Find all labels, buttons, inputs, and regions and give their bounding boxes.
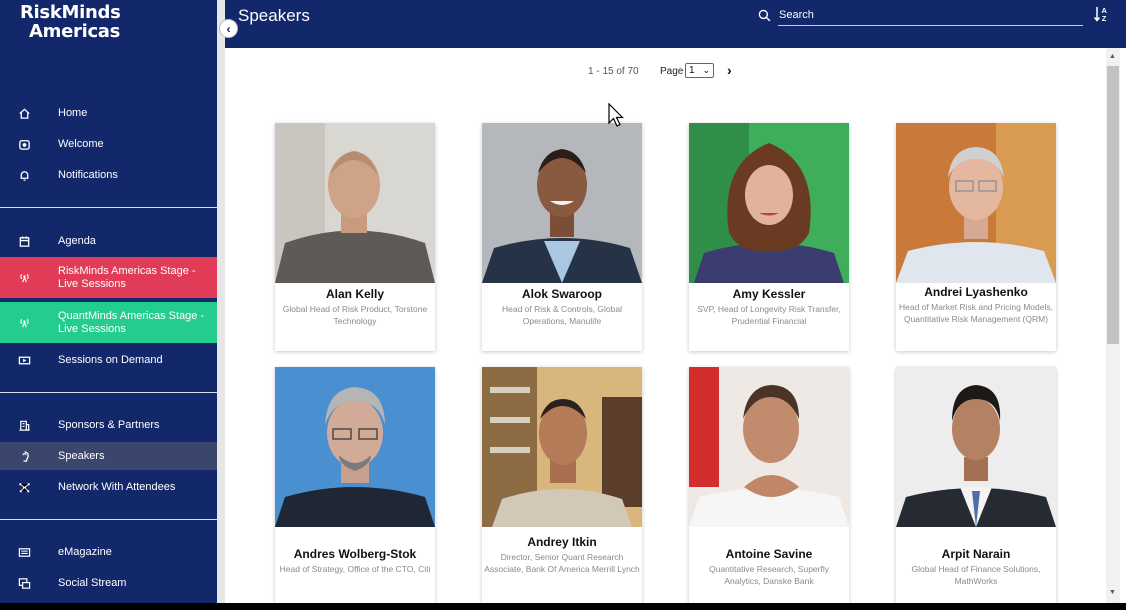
scroll-down-icon[interactable]: ▼ bbox=[1109, 589, 1116, 596]
speaker-role: Director, Senior Quant Research Associat… bbox=[484, 552, 640, 574]
page-select-value: 1 bbox=[689, 65, 695, 76]
speaker-photo bbox=[275, 367, 435, 527]
speaker-name: Andrei Lyashenko bbox=[924, 285, 1028, 299]
page-label: Page bbox=[660, 66, 684, 77]
sidebar-item-riskminds-live[interactable]: RiskMinds Americas Stage - Live Sessions bbox=[0, 257, 217, 298]
speaker-role: Global Head of Finance Solutions, MathWo… bbox=[911, 564, 1041, 586]
speaker-card[interactable]: Alok Swaroop Head of Risk & Controls, Gl… bbox=[482, 123, 642, 351]
speaker-name: Amy Kessler bbox=[732, 287, 806, 301]
sidebar-item-label: QuantMinds Americas Stage - Live Session… bbox=[58, 309, 205, 335]
social-icon bbox=[0, 577, 58, 590]
sort-az-icon[interactable]: A Z bbox=[1093, 5, 1111, 23]
sidebar-item-welcome[interactable]: Welcome bbox=[0, 135, 217, 153]
window-edge bbox=[1120, 48, 1126, 603]
speaker-photo bbox=[689, 123, 849, 283]
next-page-button[interactable]: › bbox=[727, 62, 732, 78]
speaker-card[interactable]: Andrey Itkin Director, Senior Quant Rese… bbox=[482, 367, 642, 603]
speakers-content: 1 - 15 of 70 Page 1 ⌄ › Alan Kelly Globa… bbox=[225, 48, 1106, 603]
speaker-photo bbox=[689, 367, 849, 527]
sidebar-item-label: eMagazine bbox=[58, 545, 112, 558]
sidebar-item-label: Home bbox=[58, 106, 88, 119]
sidebar-item-emagazine[interactable]: eMagazine bbox=[0, 543, 217, 561]
speaker-name: Andrey Itkin bbox=[527, 535, 597, 549]
logo-line1: RiskMinds bbox=[20, 2, 121, 23]
sidebar-item-label: Social Stream bbox=[58, 576, 127, 589]
sidebar-item-label: Agenda bbox=[58, 234, 96, 247]
speaker-name: Arpit Narain bbox=[941, 547, 1011, 561]
sidebar-scrollbar[interactable] bbox=[217, 0, 225, 603]
speaker-photo bbox=[482, 123, 642, 283]
mouse-cursor-icon bbox=[608, 103, 624, 127]
speaker-photo bbox=[896, 367, 1056, 527]
speaker-role: Head of Market Risk and Pricing Models, … bbox=[898, 302, 1053, 324]
sidebar-item-quantminds-live[interactable]: QuantMinds Americas Stage - Live Session… bbox=[0, 302, 217, 343]
sidebar: RiskMinds Americas Home Welcome Notifica… bbox=[0, 0, 217, 603]
speaker-name: Antoine Savine bbox=[725, 547, 813, 561]
app-logo[interactable]: RiskMinds Americas bbox=[20, 3, 121, 41]
sidebar-divider bbox=[0, 207, 217, 208]
chevron-down-icon: ⌄ bbox=[702, 65, 710, 75]
video-icon bbox=[0, 354, 58, 367]
speaker-photo bbox=[482, 367, 642, 527]
speaker-icon bbox=[0, 450, 58, 463]
speaker-photo bbox=[896, 123, 1056, 283]
speaker-card[interactable]: Arpit Narain Global Head of Finance Solu… bbox=[896, 367, 1056, 603]
speaker-card[interactable]: Andrei Lyashenko Head of Market Risk and… bbox=[896, 123, 1056, 351]
page-title: Speakers bbox=[238, 6, 310, 25]
speaker-role: Global Head of Risk Product, Torstone Te… bbox=[282, 304, 428, 326]
sidebar-item-label: Notifications bbox=[58, 168, 118, 181]
network-icon bbox=[0, 481, 58, 494]
speaker-role: SVP, Head of Longevity Risk Transfer, Pr… bbox=[697, 304, 841, 326]
sidebar-item-home[interactable]: Home bbox=[0, 104, 217, 122]
speaker-name: Alok Swaroop bbox=[521, 287, 602, 301]
sidebar-item-label: Speakers bbox=[58, 449, 105, 462]
sidebar-divider bbox=[0, 519, 217, 520]
logo-line2: Americas bbox=[29, 21, 121, 42]
sidebar-item-agenda[interactable]: Agenda bbox=[0, 232, 217, 250]
building-icon bbox=[0, 419, 58, 432]
sidebar-item-label: RiskMinds Americas Stage - Live Sessions bbox=[58, 264, 196, 290]
welcome-icon bbox=[0, 138, 58, 151]
speaker-role: Quantitative Research, Superfly Analytic… bbox=[708, 564, 829, 586]
sidebar-item-network[interactable]: Network With Attendees bbox=[0, 478, 217, 496]
speaker-card[interactable]: Alan Kelly Global Head of Risk Product, … bbox=[275, 123, 435, 351]
sidebar-item-sessions-on-demand[interactable]: Sessions on Demand bbox=[0, 351, 217, 369]
collapse-sidebar-button[interactable]: ‹ bbox=[219, 19, 238, 38]
broadcast-icon bbox=[0, 271, 58, 284]
search-input[interactable] bbox=[778, 4, 1083, 26]
top-header: Speakers A Z bbox=[225, 0, 1126, 48]
sidebar-item-speakers[interactable]: Speakers bbox=[0, 442, 217, 470]
sidebar-divider bbox=[0, 392, 217, 393]
calendar-icon bbox=[0, 235, 58, 248]
search-icon[interactable] bbox=[758, 9, 771, 22]
bell-icon bbox=[0, 169, 58, 182]
speaker-name: Andres Wolberg-Stok bbox=[293, 547, 417, 561]
sidebar-item-social-stream[interactable]: Social Stream bbox=[0, 574, 217, 592]
sidebar-item-label: Sponsors & Partners bbox=[58, 418, 160, 431]
pagination: 1 - 15 of 70 Page 1 ⌄ › bbox=[225, 62, 1106, 81]
page-select[interactable]: 1 ⌄ bbox=[685, 63, 714, 78]
broadcast-icon bbox=[0, 316, 58, 329]
sidebar-item-label: Network With Attendees bbox=[58, 480, 176, 493]
magazine-icon bbox=[0, 546, 58, 559]
main-scrollbar[interactable]: ▲ ▼ bbox=[1106, 48, 1120, 603]
speaker-role: Head of Strategy, Office of the CTO, Cit… bbox=[279, 564, 431, 574]
chevron-left-icon: ‹ bbox=[226, 21, 231, 36]
sidebar-item-label: Sessions on Demand bbox=[58, 353, 163, 366]
svg-text:Z: Z bbox=[1102, 14, 1107, 23]
sidebar-item-label: Welcome bbox=[58, 137, 104, 150]
speaker-card[interactable]: Amy Kessler SVP, Head of Longevity Risk … bbox=[689, 123, 849, 351]
pagination-range: 1 - 15 of 70 bbox=[588, 66, 639, 77]
speaker-card[interactable]: Andres Wolberg-Stok Head of Strategy, Of… bbox=[275, 367, 435, 603]
scrollbar-thumb[interactable] bbox=[1107, 66, 1119, 344]
speaker-role: Head of Risk & Controls, Global Operatio… bbox=[502, 304, 622, 326]
speaker-card[interactable]: Antoine Savine Quantitative Research, Su… bbox=[689, 367, 849, 603]
home-icon bbox=[0, 107, 58, 120]
sidebar-item-sponsors[interactable]: Sponsors & Partners bbox=[0, 416, 217, 434]
sidebar-item-notifications[interactable]: Notifications bbox=[0, 166, 217, 184]
speaker-name: Alan Kelly bbox=[325, 287, 385, 301]
scroll-up-icon[interactable]: ▲ bbox=[1109, 53, 1116, 60]
speaker-photo bbox=[275, 123, 435, 283]
